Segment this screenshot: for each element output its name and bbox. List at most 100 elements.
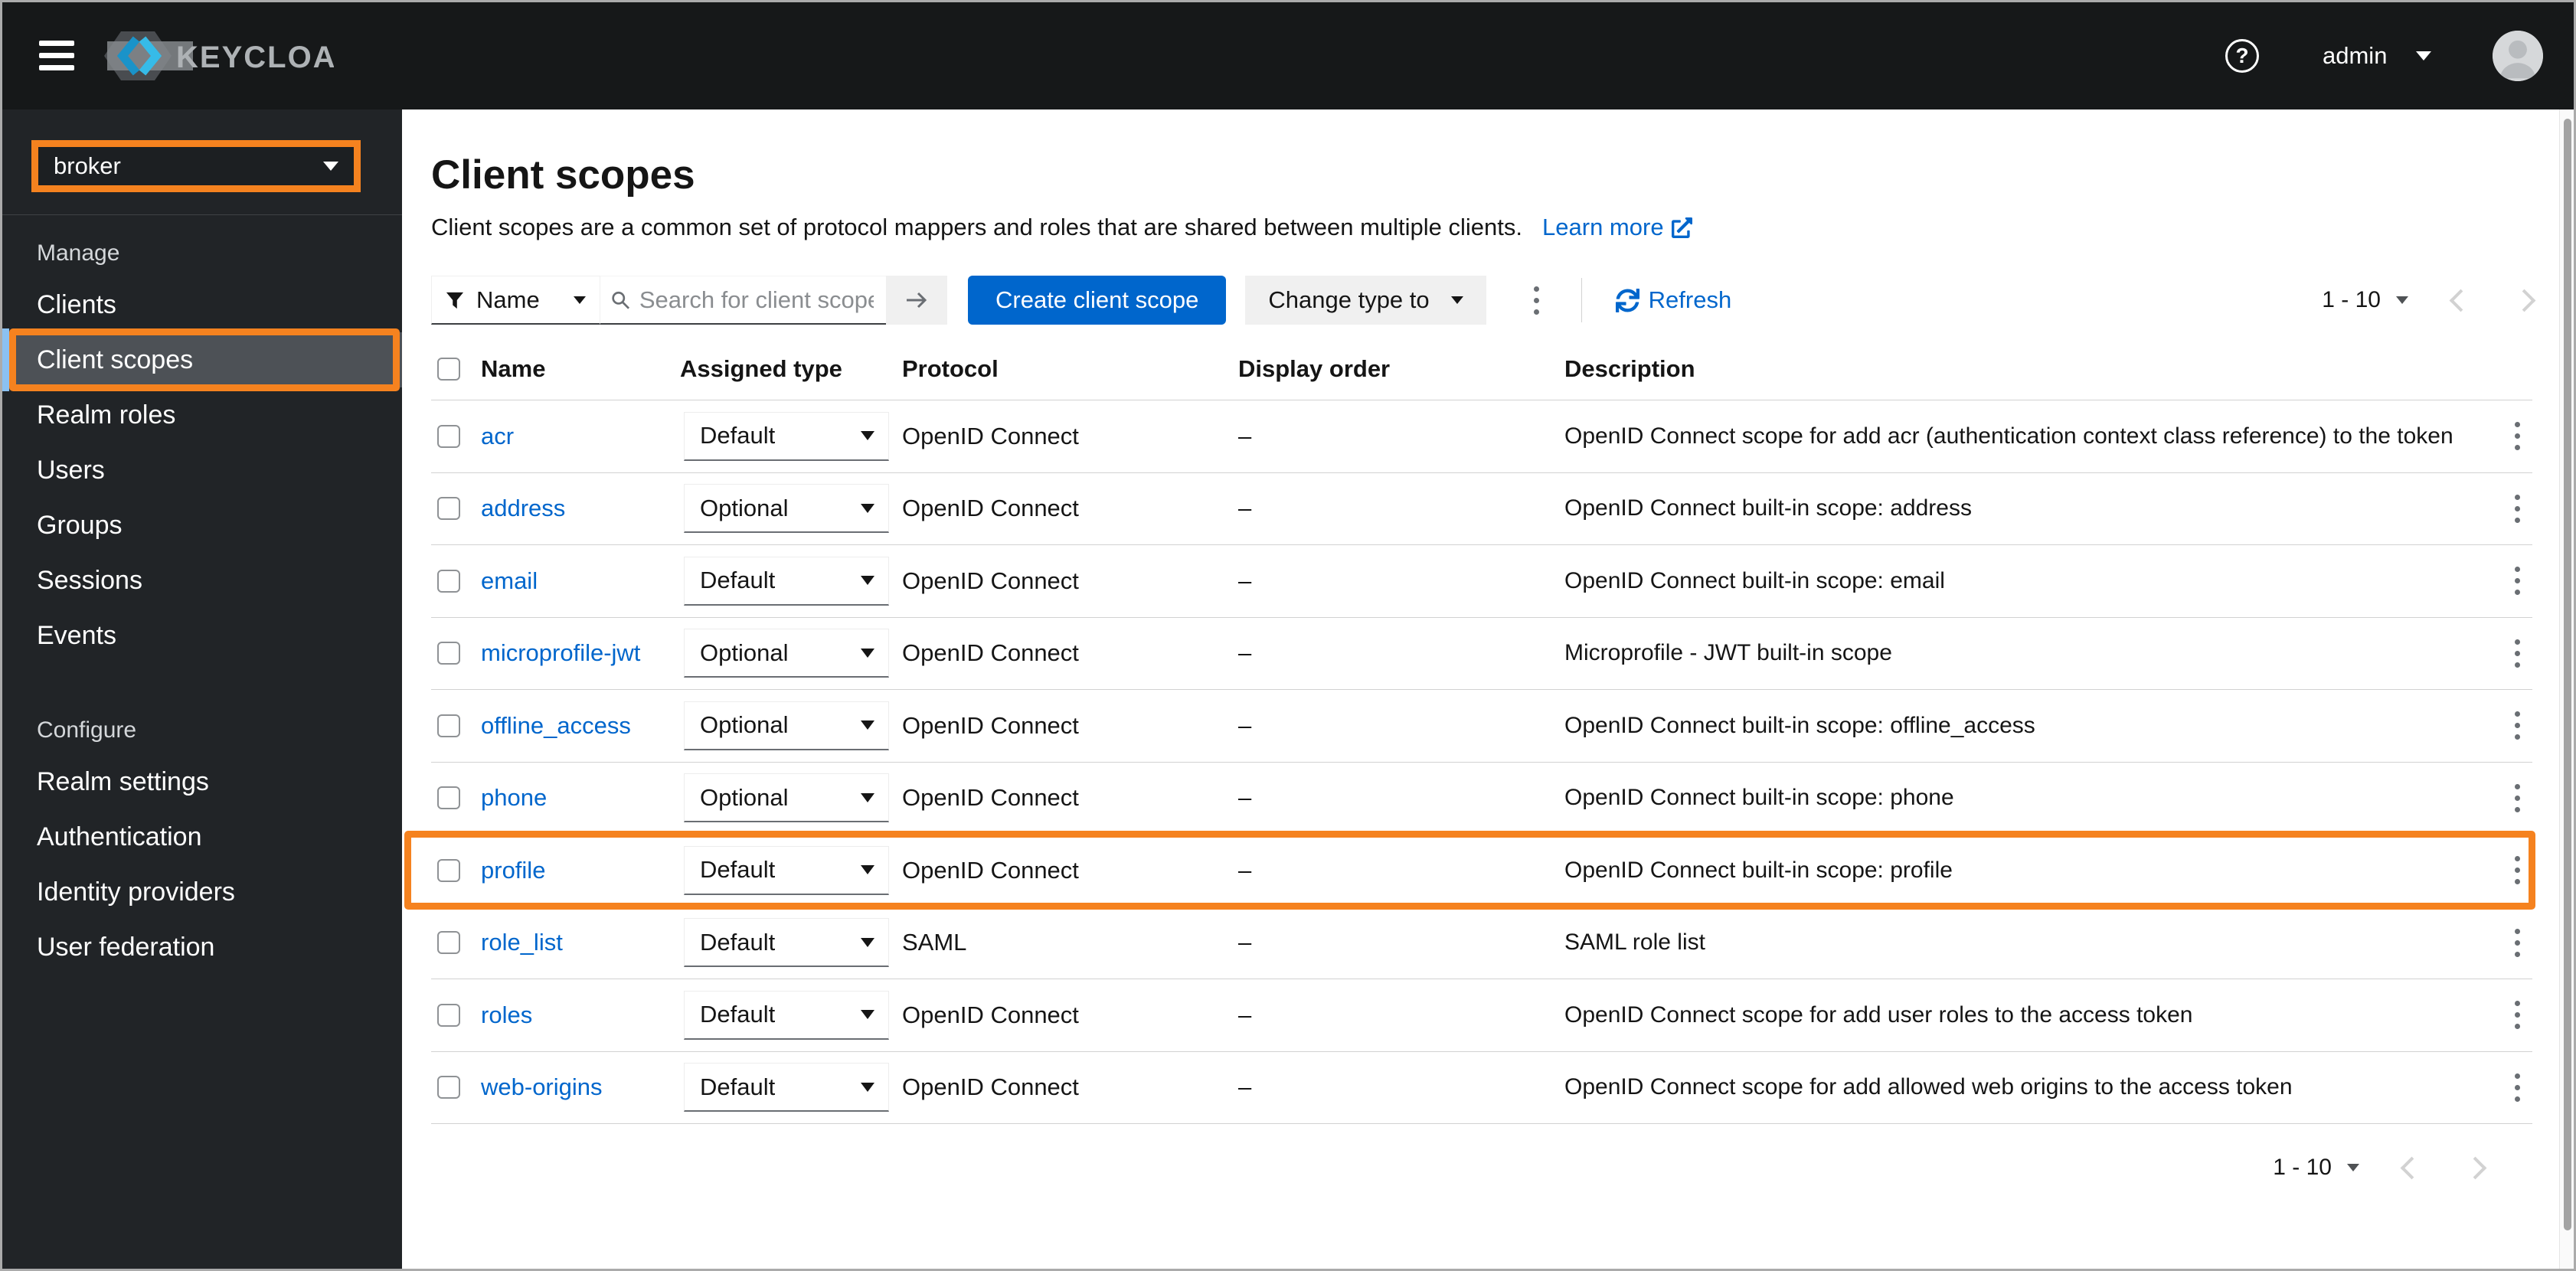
display-order-cell: – xyxy=(1238,495,1252,522)
row-checkbox[interactable] xyxy=(437,931,460,955)
assigned-type-select[interactable]: Default xyxy=(684,556,889,606)
assigned-type-value: Default xyxy=(700,567,776,594)
assigned-type-select[interactable]: Default xyxy=(684,845,889,895)
scope-name-link[interactable]: acr xyxy=(481,423,514,449)
filter-type-select[interactable]: Name xyxy=(431,276,600,325)
row-checkbox[interactable] xyxy=(437,714,460,737)
assigned-type-select[interactable]: Default xyxy=(684,918,889,968)
sidebar-item-events[interactable]: Events xyxy=(2,608,402,663)
sidebar-item-authentication[interactable]: Authentication xyxy=(2,809,402,864)
sidebar-section-configure: Configure xyxy=(37,717,137,743)
assigned-type-select[interactable]: Optional xyxy=(684,773,889,823)
row-kebab-menu[interactable] xyxy=(2515,926,2520,960)
change-type-dropdown[interactable]: Change type to xyxy=(1245,276,1486,325)
table-row-profile: profile Default OpenID Connect – OpenID … xyxy=(404,831,2535,909)
next-page-icon[interactable] xyxy=(2463,1156,2487,1179)
sidebar-item-identity-providers[interactable]: Identity providers xyxy=(2,864,402,920)
avatar[interactable] xyxy=(2493,31,2543,81)
row-kebab-menu[interactable] xyxy=(2515,636,2520,671)
user-menu[interactable]: admin xyxy=(2323,2,2432,109)
row-kebab-menu[interactable] xyxy=(2515,853,2520,887)
toolbar-kebab-menu[interactable] xyxy=(1523,283,1551,318)
row-checkbox[interactable] xyxy=(437,642,460,665)
search-input[interactable] xyxy=(637,285,875,315)
table-row-microprofile-jwt: microprofile-jwt Optional OpenID Connect… xyxy=(431,618,2532,690)
table-body: acr Default OpenID Connect – OpenID Conn… xyxy=(404,400,2535,1124)
row-checkbox[interactable] xyxy=(437,786,460,810)
row-kebab-menu[interactable] xyxy=(2515,708,2520,743)
sidebar-item-realm-roles[interactable]: Realm roles xyxy=(2,387,402,443)
external-link-icon xyxy=(1671,217,1692,238)
sidebar-item-label: Authentication xyxy=(37,822,202,851)
sidebar-item-users[interactable]: Users xyxy=(2,443,402,498)
scope-name-link[interactable]: microprofile-jwt xyxy=(481,639,640,666)
sidebar-nav-configure: Realm settings Authentication Identity p… xyxy=(2,754,402,975)
chevron-down-icon xyxy=(861,937,874,947)
chevron-down-icon xyxy=(861,576,874,586)
display-order-cell: – xyxy=(1238,784,1252,812)
previous-page-icon[interactable] xyxy=(2449,289,2473,312)
assigned-type-value: Optional xyxy=(700,783,789,811)
protocol-cell: OpenID Connect xyxy=(902,1001,1079,1028)
assigned-type-value: Default xyxy=(700,422,776,449)
assigned-type-select[interactable]: Default xyxy=(684,411,889,461)
create-client-scope-button[interactable]: Create client scope xyxy=(968,276,1227,325)
pagination-options-toggle[interactable] xyxy=(2347,1164,2359,1171)
display-order-cell: – xyxy=(1238,422,1252,449)
scrollbar-thumb[interactable] xyxy=(2564,119,2571,1230)
scope-name-link[interactable]: offline_access xyxy=(481,712,631,739)
help-icon[interactable]: ? xyxy=(2225,39,2259,73)
row-checkbox[interactable] xyxy=(437,497,460,521)
refresh-button[interactable]: Refresh xyxy=(1615,286,1731,314)
assigned-type-value: Default xyxy=(700,928,776,956)
row-kebab-menu[interactable] xyxy=(2515,1070,2520,1105)
previous-page-icon[interactable] xyxy=(2400,1156,2424,1179)
sidebar-item-client-scopes[interactable]: Client scopes xyxy=(2,328,402,391)
chevron-down-icon xyxy=(861,648,874,658)
scope-name-link[interactable]: profile xyxy=(481,857,545,884)
row-checkbox[interactable] xyxy=(437,569,460,593)
search-submit-button[interactable] xyxy=(886,276,947,325)
keycloak-admin-console: { "topbar": { "brand": "KEYCLOAK", "user… xyxy=(0,0,2576,1271)
row-kebab-menu[interactable] xyxy=(2515,781,2520,815)
description-cell: Microprofile - JWT built-in scope xyxy=(1564,640,1892,666)
chevron-down-icon xyxy=(2416,51,2432,60)
sidebar-item-realm-settings[interactable]: Realm settings xyxy=(2,754,402,809)
assigned-type-select[interactable]: Default xyxy=(684,1063,889,1113)
hamburger-menu-icon[interactable] xyxy=(39,41,74,71)
scope-name-link[interactable]: address xyxy=(481,495,565,521)
row-checkbox[interactable] xyxy=(437,1003,460,1027)
row-kebab-menu[interactable] xyxy=(2515,998,2520,1032)
sidebar-item-user-federation[interactable]: User federation xyxy=(2,920,402,975)
assigned-type-select[interactable]: Optional xyxy=(684,701,889,750)
realm-name: broker xyxy=(54,152,121,179)
scope-name-link[interactable]: role_list xyxy=(481,929,563,956)
scope-name-link[interactable]: web-origins xyxy=(481,1073,603,1100)
learn-more-link[interactable]: Learn more xyxy=(1542,214,1692,241)
sidebar-item-label: Identity providers xyxy=(37,877,235,907)
pagination-options-toggle[interactable] xyxy=(2396,296,2408,304)
row-checkbox[interactable] xyxy=(437,1076,460,1099)
scope-name-link[interactable]: email xyxy=(481,567,538,594)
row-checkbox[interactable] xyxy=(437,424,460,448)
sidebar-item-groups[interactable]: Groups xyxy=(2,498,402,553)
scope-name-link[interactable]: roles xyxy=(481,1001,532,1028)
protocol-cell: OpenID Connect xyxy=(902,1073,1079,1101)
sidebar-item-label: Events xyxy=(37,620,116,650)
realm-selector[interactable]: broker xyxy=(31,140,361,192)
row-kebab-menu[interactable] xyxy=(2515,492,2520,526)
sidebar-item-sessions[interactable]: Sessions xyxy=(2,553,402,608)
sidebar-item-clients[interactable]: Clients xyxy=(2,277,402,332)
row-checkbox[interactable] xyxy=(437,858,460,882)
display-order-cell: – xyxy=(1238,567,1252,594)
select-all-checkbox[interactable] xyxy=(437,357,460,381)
row-kebab-menu[interactable] xyxy=(2515,419,2520,453)
chevron-down-icon xyxy=(861,1010,874,1020)
next-page-icon[interactable] xyxy=(2512,289,2536,312)
assigned-type-select[interactable]: Optional xyxy=(684,484,889,534)
row-kebab-menu[interactable] xyxy=(2515,564,2520,598)
assigned-type-select[interactable]: Default xyxy=(684,990,889,1040)
scope-name-link[interactable]: phone xyxy=(481,784,547,811)
toolbar-divider xyxy=(1581,278,1582,322)
assigned-type-select[interactable]: Optional xyxy=(684,629,889,678)
